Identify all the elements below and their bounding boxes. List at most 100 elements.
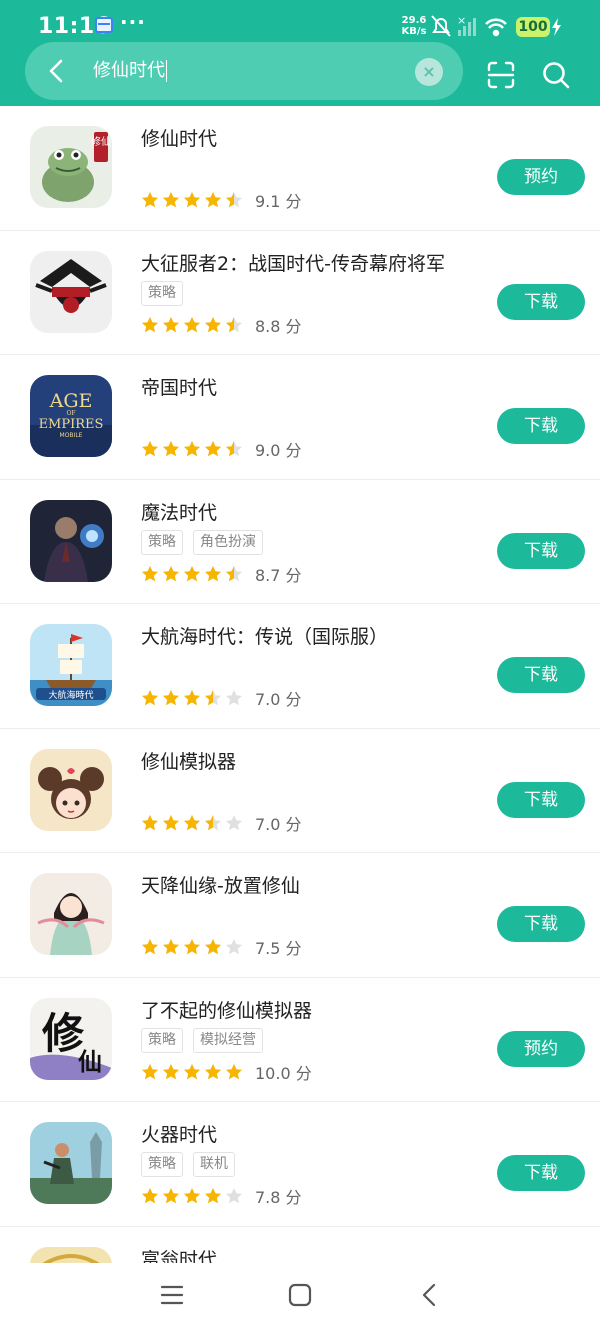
result-item[interactable]: 火器时代 策略 联机 7.8 分 下载 bbox=[0, 1102, 600, 1227]
result-item[interactable]: 修仙模拟器 7.0 分 下载 bbox=[0, 729, 600, 853]
tag[interactable]: 策略 bbox=[141, 1152, 183, 1177]
download-button[interactable]: 下载 bbox=[497, 283, 585, 320]
search-results-list[interactable]: 修仙 修仙时代 9.1 分 预约 大征服者2：战国时代-传奇幕府将军 策略 8.… bbox=[0, 106, 600, 1263]
clear-search-button[interactable]: × bbox=[415, 58, 443, 86]
star-full-icon bbox=[163, 939, 179, 955]
scan-icon[interactable] bbox=[486, 60, 516, 90]
download-button[interactable]: 下载 bbox=[497, 532, 585, 569]
tag-list: 策略 角色扮演 bbox=[141, 529, 263, 555]
star-full-icon bbox=[226, 1063, 242, 1079]
anime-girl-icon bbox=[30, 748, 112, 831]
text-cursor bbox=[166, 60, 167, 82]
star-empty-icon bbox=[226, 690, 242, 706]
score-text: 9.0 分 bbox=[255, 441, 302, 460]
tag[interactable]: 策略 bbox=[141, 529, 183, 555]
icon-label: 仙 bbox=[78, 1047, 102, 1076]
back-arrow-icon[interactable] bbox=[44, 58, 70, 84]
star-full-icon bbox=[184, 565, 200, 581]
star-full-icon bbox=[142, 939, 158, 955]
fairy-lady-icon bbox=[30, 873, 112, 955]
app-name[interactable]: 帝国时代 bbox=[141, 373, 217, 400]
reserve-button[interactable]: 预约 bbox=[497, 1030, 585, 1067]
app-name[interactable]: 大征服者2：战国时代-传奇幕府将军 bbox=[141, 249, 445, 276]
calligraphy-icon: 修 仙 bbox=[30, 997, 112, 1080]
app-name[interactable]: 魔法时代 bbox=[141, 498, 217, 525]
app-name[interactable]: 修仙模拟器 bbox=[141, 747, 236, 774]
star-empty-icon bbox=[226, 939, 242, 955]
tag-list: 策略 联机 bbox=[141, 1152, 235, 1177]
result-item[interactable]: 富翁时代 bbox=[0, 1227, 600, 1264]
app-name[interactable]: 富翁时代 bbox=[141, 1245, 217, 1264]
icon-label: EMPIRES bbox=[39, 417, 104, 432]
result-item[interactable]: 大航海時代 大航海时代：传说（国际服） 7.0 分 下载 bbox=[0, 604, 600, 729]
star-full-icon bbox=[205, 441, 221, 457]
tag[interactable]: 联机 bbox=[193, 1152, 235, 1177]
icon-label: OF bbox=[66, 410, 75, 417]
nav-back-icon[interactable] bbox=[418, 1283, 442, 1307]
tag[interactable]: 模拟经营 bbox=[193, 1027, 263, 1053]
search-box[interactable] bbox=[25, 42, 463, 100]
result-item[interactable]: 天降仙缘-放置修仙 7.5 分 下载 bbox=[0, 853, 600, 978]
search-input[interactable]: 修仙时代 bbox=[93, 58, 167, 84]
app-name[interactable]: 天降仙缘-放置修仙 bbox=[141, 871, 300, 898]
star-rating bbox=[141, 565, 243, 583]
wifi-icon bbox=[485, 18, 507, 37]
star-rating bbox=[141, 1187, 243, 1205]
download-button[interactable]: 下载 bbox=[497, 657, 585, 693]
download-button[interactable]: 下载 bbox=[497, 906, 585, 942]
star-full-icon bbox=[184, 690, 200, 706]
icon-label: MOBILE bbox=[60, 432, 83, 439]
reserve-button[interactable]: 预约 bbox=[497, 159, 585, 195]
star-rating bbox=[141, 689, 243, 707]
home-icon[interactable] bbox=[288, 1283, 312, 1307]
rating: 8.7 分 bbox=[141, 564, 302, 585]
result-item[interactable]: 修 仙 了不起的修仙模拟器 策略 模拟经营 10.0 分 预约 bbox=[0, 978, 600, 1102]
score-text: 10.0 分 bbox=[255, 1063, 312, 1083]
result-item[interactable]: 修仙 修仙时代 9.1 分 预约 bbox=[0, 106, 600, 231]
result-item[interactable]: 魔法时代 策略 角色扮演 8.7 分 下载 bbox=[0, 480, 600, 604]
rating: 8.8 分 bbox=[141, 315, 302, 336]
star-full-icon bbox=[142, 192, 158, 208]
star-full-icon bbox=[205, 192, 221, 208]
result-item[interactable]: AGE OF EMPIRES MOBILE 帝国时代 9.0 分 下载 bbox=[0, 355, 600, 480]
tag[interactable]: 策略 bbox=[141, 1027, 183, 1053]
star-full-icon bbox=[184, 814, 200, 830]
star-full-icon bbox=[184, 316, 200, 332]
sailing-ship-icon: 大航海時代 bbox=[30, 624, 112, 706]
tag-list: 策略 bbox=[141, 280, 183, 306]
search-icon[interactable] bbox=[541, 60, 571, 90]
app-name[interactable]: 了不起的修仙模拟器 bbox=[141, 996, 312, 1023]
star-half-icon bbox=[226, 441, 242, 457]
star-full-icon bbox=[184, 1063, 200, 1079]
download-button[interactable]: 下载 bbox=[497, 781, 585, 818]
more-notifications-icon: ··· bbox=[120, 10, 146, 34]
star-full-icon bbox=[142, 814, 158, 830]
star-half-icon bbox=[226, 192, 242, 208]
rating: 7.5 分 bbox=[141, 937, 302, 958]
tag[interactable]: 角色扮演 bbox=[193, 529, 263, 555]
result-item[interactable]: 大征服者2：战国时代-传奇幕府将军 策略 8.8 分 下载 bbox=[0, 231, 600, 355]
star-half-icon bbox=[226, 565, 242, 581]
download-button[interactable]: 下载 bbox=[497, 408, 585, 444]
app-name[interactable]: 修仙时代 bbox=[141, 124, 217, 151]
app-name[interactable]: 火器时代 bbox=[141, 1120, 217, 1147]
toad-icon: 修仙 bbox=[30, 126, 112, 208]
tag[interactable]: 策略 bbox=[141, 280, 183, 306]
star-full-icon bbox=[142, 316, 158, 332]
star-full-icon bbox=[205, 1063, 221, 1079]
star-half-icon bbox=[205, 690, 221, 706]
star-full-icon bbox=[184, 441, 200, 457]
star-full-icon bbox=[163, 192, 179, 208]
download-button[interactable]: 下载 bbox=[497, 1155, 585, 1191]
star-full-icon bbox=[163, 565, 179, 581]
star-full-icon bbox=[142, 441, 158, 457]
star-full-icon bbox=[163, 1063, 179, 1079]
menu-icon[interactable] bbox=[160, 1283, 184, 1307]
star-full-icon bbox=[163, 316, 179, 332]
score-text: 8.7 分 bbox=[255, 565, 302, 585]
svg-text:×: × bbox=[457, 14, 466, 27]
star-rating bbox=[141, 814, 243, 832]
star-full-icon bbox=[163, 441, 179, 457]
app-name[interactable]: 大航海时代：传说（国际服） bbox=[141, 622, 388, 649]
rating: 7.0 分 bbox=[141, 813, 302, 834]
